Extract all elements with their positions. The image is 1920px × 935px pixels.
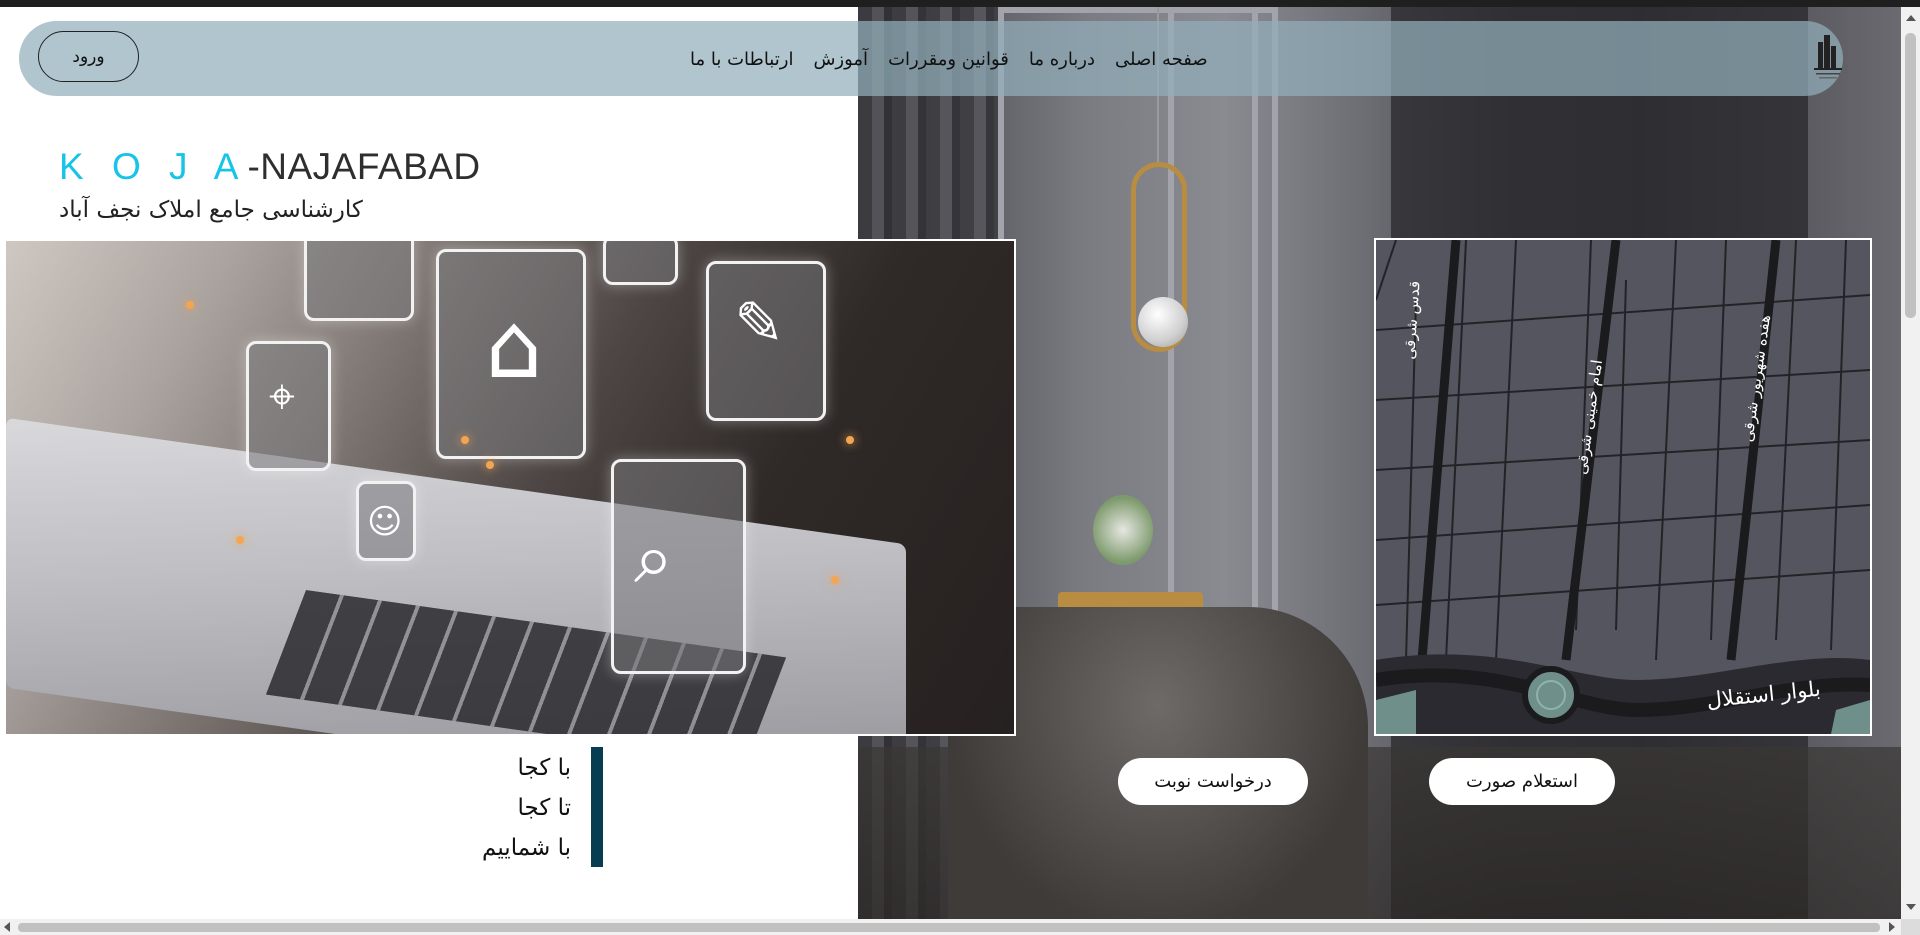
brand-rest: -NAJAFABAD [247,146,481,187]
slogan-line: با کجا [517,755,571,781]
nav-link-home[interactable]: صفحه اصلی [1115,49,1208,70]
inquiry-button[interactable]: استعلام صورت [1429,758,1615,805]
horizontal-scrollbar[interactable] [0,919,1901,935]
scroll-right-icon[interactable] [1889,922,1895,932]
scroll-up-icon[interactable] [1906,15,1916,21]
lamp-globe [1138,297,1188,347]
horizontal-scroll-thumb[interactable] [18,923,1880,932]
people-icon: ☺ [367,502,403,542]
house-icon: ⌂ [485,294,543,399]
scroll-left-icon[interactable] [4,922,10,932]
slogan-line: تا کجا [517,795,571,821]
glow-dot [486,461,494,469]
building-logo-icon[interactable] [1810,32,1846,82]
location-pin-card: ⌖ [246,341,331,471]
search-house-icon: ⌕ [634,517,674,599]
brand-accent: K O J A [59,146,248,187]
vertical-scroll-thumb[interactable] [1905,33,1916,318]
glow-dot [846,436,854,444]
glow-dot [186,301,194,309]
appointment-request-button[interactable]: درخواست نوبت [1118,758,1308,805]
people-card: ☺ [356,481,416,561]
scrollbar-corner [1901,919,1920,935]
glow-dot [461,436,469,444]
glow-dot [831,576,839,584]
main-nav: صفحه اصلی درباره ما قوانین ومقررات آموزش… [690,45,1208,73]
map-image: قدس شرقی امام خمینی شرقی هفده شهریور شرق… [1374,238,1872,736]
pin-card [603,241,678,285]
slogan: با کجا تا کجا با شماییم [460,748,571,868]
map-roads [1376,240,1870,734]
nav-link-education[interactable]: آموزش [813,49,868,70]
login-button[interactable]: ورود [38,31,139,82]
vertical-scrollbar[interactable] [1901,7,1920,919]
glow-dot [236,536,244,544]
page: ورود صفحه اصلی درباره ما قوانین ومقررات … [0,0,1920,935]
document-icon: ✎ [734,289,785,359]
real-estate-laptop-image: ⌖ ⌂ ✎ ☺ ⌕ [4,239,1016,736]
brand-tagline: کارشناسی جامع املاک نجف آباد [59,197,363,223]
nav-link-rules[interactable]: قوانین ومقررات [888,49,1009,70]
sold-sign-card [304,241,414,321]
document-card: ✎ [706,261,826,421]
brand-title: K O J A-NAJAFABAD [59,146,481,188]
scroll-down-icon[interactable] [1906,904,1916,910]
slogan-line: با شماییم [482,835,571,861]
nav-link-about[interactable]: درباره ما [1029,49,1095,70]
browser-top-strip [0,0,1920,7]
plant [1093,495,1153,565]
nav-link-contact[interactable]: ارتباطات با ما [690,49,793,70]
slogan-accent-bar [591,747,603,867]
location-pin-icon: ⌖ [269,369,295,423]
house-card: ⌂ [436,249,586,459]
search-house-card: ⌕ [611,459,746,674]
